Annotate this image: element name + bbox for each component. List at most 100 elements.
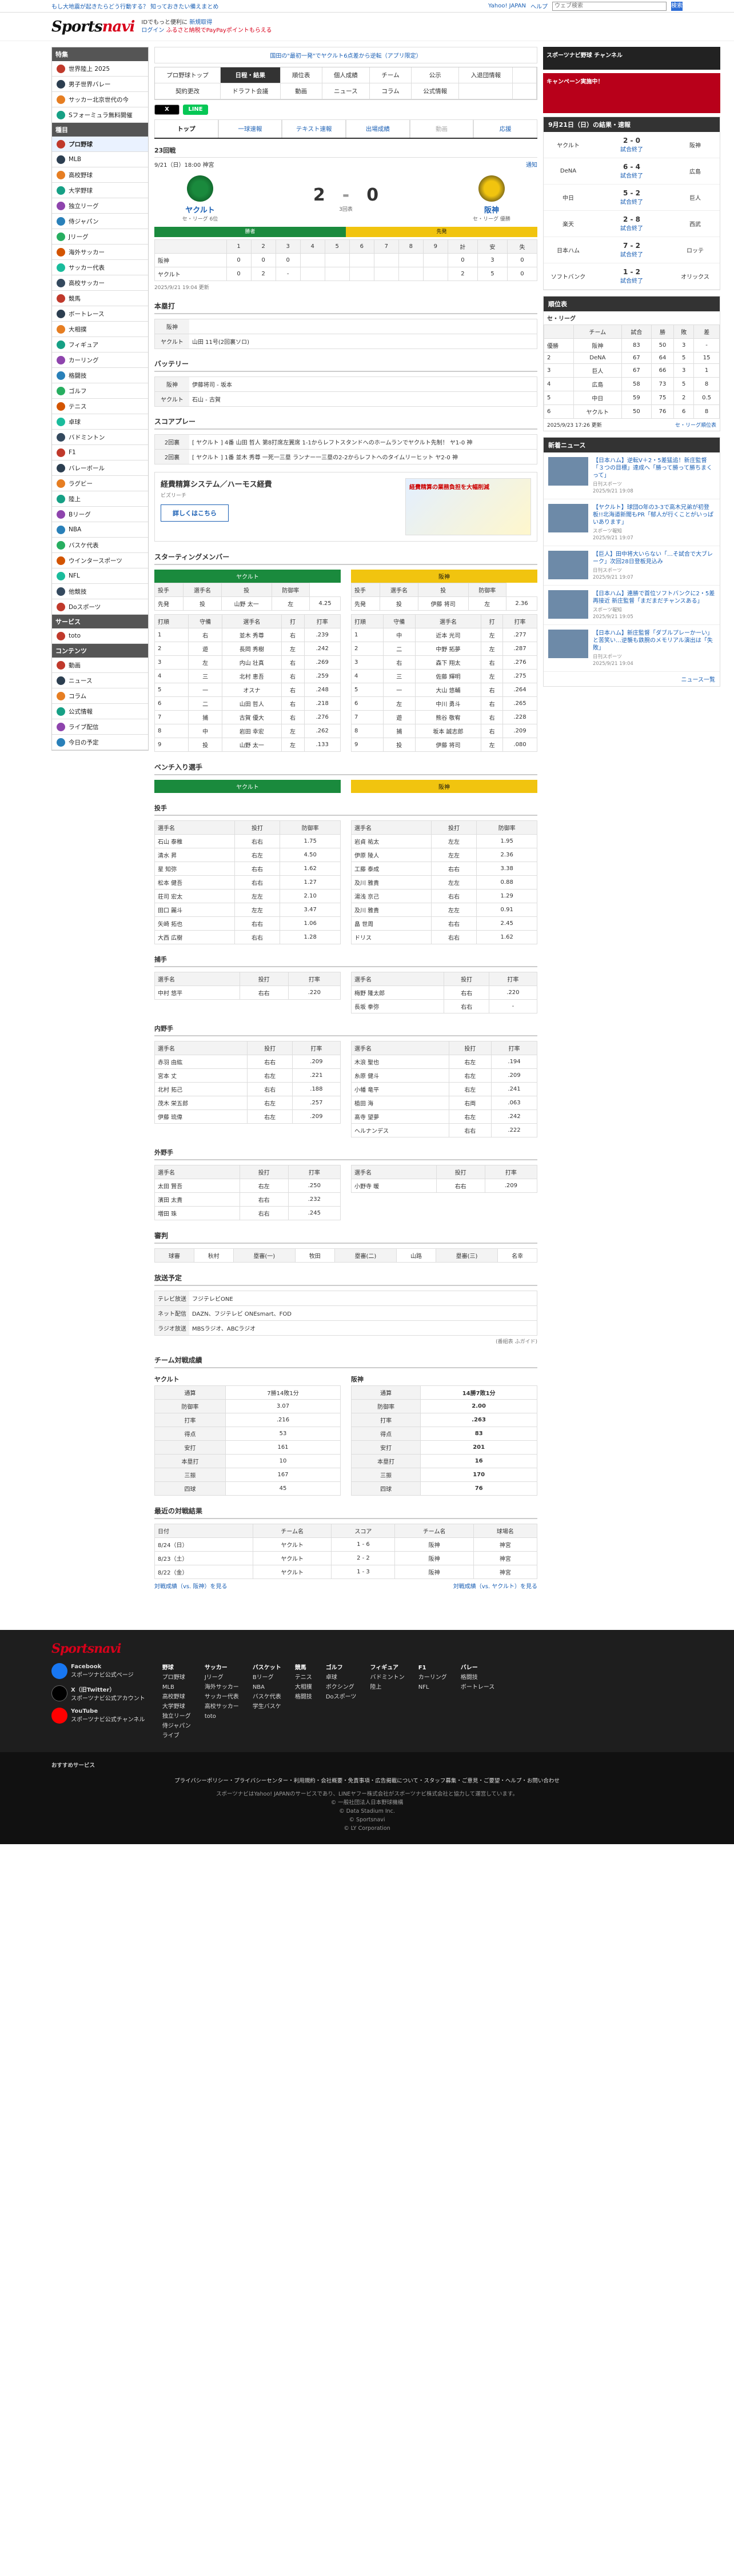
nav-item-sport-23[interactable]: 陸上 bbox=[52, 491, 148, 507]
news-headline[interactable]: 【日本ハム】新庄監督「ダブルプレーかーい」と苦笑い…逆襲も鉄腕のメモリアル演出は… bbox=[593, 630, 715, 652]
mini-game-1[interactable]: DeNA 6 - 4 試合終了 広島 bbox=[544, 158, 720, 185]
youtube-icon[interactable] bbox=[51, 1708, 67, 1724]
nav-item-sport-16[interactable]: ゴルフ bbox=[52, 383, 148, 399]
mini-home[interactable]: DeNA bbox=[548, 168, 588, 174]
footer-link[interactable]: 侍ジャパン bbox=[162, 1721, 191, 1731]
footer-link[interactable]: ボクシング bbox=[326, 1682, 357, 1692]
news-item-3[interactable]: 【日本ハム】連勝で首位ソフトバンクに2・5差再接近 新庄監督「まだまだチャンスあ… bbox=[544, 586, 720, 625]
mini-home[interactable]: ヤクルト bbox=[548, 141, 588, 149]
news-item-2[interactable]: 【巨人】田中将大いらない「…そ試合で大ブレーク」次回28日登板見込み 日刊スポーツ… bbox=[544, 546, 720, 586]
footer-links[interactable]: プライバシーポリシー・プライバシーセンター・利用規約・会社概要・免責事項・広告掲… bbox=[51, 1777, 683, 1785]
subnav-item-9[interactable]: ドラフト会議 bbox=[221, 83, 281, 99]
nav-item-sport-6[interactable]: Jリーグ bbox=[52, 229, 148, 245]
help-link[interactable]: ヘルプ bbox=[530, 2, 548, 10]
register-link[interactable]: 新規取得 bbox=[189, 19, 212, 26]
nav-item-content-4[interactable]: ライブ配信 bbox=[52, 719, 148, 735]
login-link[interactable]: ログイン bbox=[141, 27, 164, 34]
footer-link[interactable]: 陸上 bbox=[370, 1682, 404, 1692]
facebook-icon[interactable] bbox=[51, 1663, 67, 1679]
yahoo-link[interactable]: Yahoo! JAPAN bbox=[488, 3, 526, 9]
nav-item-sport-17[interactable]: テニス bbox=[52, 399, 148, 414]
nav-item-sport-15[interactable]: 格闘技 bbox=[52, 368, 148, 383]
mini-away[interactable]: 巨人 bbox=[675, 193, 715, 202]
search-input[interactable] bbox=[552, 1, 667, 11]
mini-away[interactable]: ロッテ bbox=[675, 246, 715, 254]
news-more-link[interactable]: ニュース一覧 bbox=[544, 672, 720, 686]
footer-link[interactable]: ゴルフ bbox=[326, 1665, 343, 1671]
nav-item-sport-28[interactable]: NFL bbox=[52, 568, 148, 584]
yt-label[interactable]: YouTube bbox=[71, 1708, 98, 1714]
nav-item-sport-1[interactable]: MLB bbox=[52, 152, 148, 167]
news-item-4[interactable]: 【日本ハム】新庄監督「ダブルプレーかーい」と苦笑い…逆襲も鉄腕のメモリアル演出は… bbox=[544, 625, 720, 672]
mini-status[interactable]: 試合終了 bbox=[620, 226, 643, 232]
footer-link[interactable]: Doスポーツ bbox=[326, 1692, 357, 1702]
disaster-alert-link[interactable]: もし大地震が起きたらどう行動する？ 知っておきたい備えまとめ bbox=[51, 2, 218, 10]
news-headline[interactable]: 【ヤクルト】球団O年の3-3で高木兄弟が初登板!!北海道新聞もPR「郁人が行くこ… bbox=[593, 504, 715, 526]
footer-link[interactable]: 卓球 bbox=[326, 1673, 357, 1682]
footer-link[interactable]: MLB bbox=[162, 1682, 191, 1692]
x-label[interactable]: X（旧Twitter） bbox=[71, 1687, 115, 1693]
mini-game-0[interactable]: ヤクルト 2 - 0 試合終了 阪神 bbox=[544, 132, 720, 158]
news-thumbnail[interactable] bbox=[548, 504, 588, 532]
subnav-item-2[interactable]: 順位表 bbox=[280, 67, 322, 83]
subnav-item-8[interactable]: 契約更改 bbox=[155, 83, 221, 99]
subnav-item-10[interactable]: 動画 bbox=[280, 83, 322, 99]
subnav-item-3[interactable]: 個人成績 bbox=[322, 67, 370, 83]
footer-link[interactable]: プロ野球 bbox=[162, 1673, 191, 1682]
news-headline[interactable]: 【巨人】田中将大いらない「…そ試合で大ブレーク」次回28日登板見込み bbox=[593, 551, 715, 566]
fb-label[interactable]: Facebook bbox=[71, 1664, 101, 1670]
notify-button[interactable]: 通知 bbox=[526, 160, 537, 169]
news-thumbnail[interactable] bbox=[548, 590, 588, 619]
x-icon[interactable] bbox=[51, 1685, 67, 1701]
nav-item-sport-26[interactable]: バスケ代表 bbox=[52, 538, 148, 553]
footer-link[interactable]: サッカー bbox=[205, 1665, 228, 1671]
mini-home[interactable]: 楽天 bbox=[548, 219, 588, 228]
nav-item-sport-25[interactable]: NBA bbox=[52, 522, 148, 538]
subnav-item-5[interactable]: 公示 bbox=[411, 67, 460, 83]
standings-more-link[interactable]: セ・リーグ順位表 bbox=[675, 421, 716, 428]
nav-item-content-2[interactable]: コラム bbox=[52, 688, 148, 704]
vs-hanshin-link[interactable]: 対戦成績（vs. 阪神）を見る bbox=[154, 1581, 228, 1590]
footer-link[interactable]: 野球 bbox=[162, 1665, 174, 1671]
mini-game-3[interactable]: 楽天 2 - 8 試合終了 西武 bbox=[544, 211, 720, 237]
ad-image[interactable]: 経費精算の業務負担を大幅削減 bbox=[405, 478, 531, 535]
footer-link[interactable]: 大学野球 bbox=[162, 1702, 191, 1712]
nav-item-sport-14[interactable]: カーリング bbox=[52, 352, 148, 368]
subnav-item-1[interactable]: 日程・結果 bbox=[221, 67, 281, 83]
footer-link[interactable]: フィギュア bbox=[370, 1665, 398, 1671]
mini-away[interactable]: 広島 bbox=[675, 167, 715, 175]
subnav-item-11[interactable]: ニュース bbox=[322, 83, 370, 99]
nav-item-sport-2[interactable]: 高校野球 bbox=[52, 167, 148, 183]
footer-link[interactable]: テニス bbox=[295, 1673, 312, 1682]
mini-home[interactable]: ソフトバンク bbox=[548, 272, 588, 281]
mini-game-4[interactable]: 日本ハム 7 - 2 試合終了 ロッテ bbox=[544, 237, 720, 263]
mini-status[interactable]: 試合終了 bbox=[620, 173, 643, 179]
nav-item-special-3[interactable]: Sフォーミュラ無料開催 bbox=[52, 107, 148, 123]
footer-link[interactable]: バレー bbox=[461, 1665, 478, 1671]
footer-link[interactable]: 海外サッカー bbox=[205, 1682, 239, 1692]
nav-item-sport-13[interactable]: フィギュア bbox=[52, 337, 148, 352]
nav-item-sport-22[interactable]: ラグビー bbox=[52, 476, 148, 491]
footer-link[interactable]: サッカー代表 bbox=[205, 1692, 239, 1702]
nav-item-special-1[interactable]: 男子世界バレー bbox=[52, 77, 148, 92]
nav-item-special-0[interactable]: 世界陸上 2025 bbox=[52, 61, 148, 77]
footer-link[interactable]: Bリーグ bbox=[253, 1673, 281, 1682]
subnav-item-4[interactable]: チーム bbox=[370, 67, 412, 83]
news-headline[interactable]: 【日本ハム】連勝で首位ソフトバンクに2・5差再接近 新庄監督「まだまだチャンスあ… bbox=[593, 590, 715, 605]
mini-status[interactable]: 試合終了 bbox=[620, 199, 643, 206]
footer-link[interactable]: ボートレース bbox=[461, 1682, 495, 1692]
mini-away[interactable]: オリックス bbox=[675, 272, 715, 281]
mini-game-5[interactable]: ソフトバンク 1 - 2 試合終了 オリックス bbox=[544, 263, 720, 290]
news-thumbnail[interactable] bbox=[548, 630, 588, 658]
nav-item-sport-10[interactable]: 競馬 bbox=[52, 291, 148, 306]
footer-link[interactable]: NFL bbox=[418, 1682, 447, 1692]
news-item-1[interactable]: 【ヤクルト】球団O年の3-3で高木兄弟が初登板!!北海道新聞もPR「郁人が行くこ… bbox=[544, 499, 720, 546]
mini-status[interactable]: 試合終了 bbox=[620, 252, 643, 258]
nav-item-sport-0[interactable]: プロ野球 bbox=[52, 137, 148, 152]
nav-item-sport-27[interactable]: ウインタースポーツ bbox=[52, 553, 148, 568]
footer-link[interactable]: 格闘技 bbox=[295, 1692, 312, 1702]
nav-item-sport-3[interactable]: 大学野球 bbox=[52, 183, 148, 198]
footer-link[interactable]: ライブ bbox=[162, 1731, 191, 1741]
subnav-item-0[interactable]: プロ野球トップ bbox=[155, 67, 221, 83]
nav-item-sport-20[interactable]: F1 bbox=[52, 445, 148, 460]
